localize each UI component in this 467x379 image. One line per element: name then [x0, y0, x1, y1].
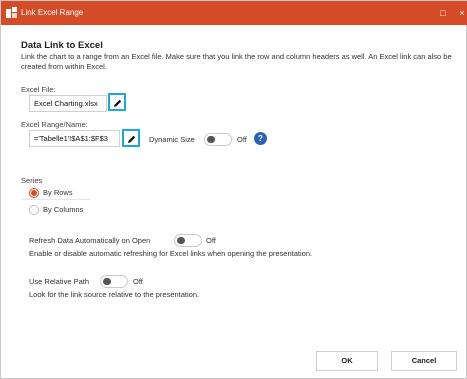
edit-excel-range-button[interactable]	[122, 129, 140, 147]
relative-path-description: Look for the link source relative to the…	[29, 290, 200, 299]
toggle-knob	[103, 278, 111, 285]
title-bar[interactable]: Link Excel Range □ ×	[1, 1, 467, 25]
maximize-button[interactable]: □	[435, 5, 451, 21]
radio-by-rows-label: By Rows	[43, 188, 73, 197]
relative-path-state: Off	[133, 277, 143, 286]
refresh-description: Enable or disable automatic refreshing f…	[29, 249, 313, 258]
pencil-icon	[114, 99, 122, 107]
toggle-knob	[177, 237, 185, 244]
ok-button[interactable]: OK	[316, 351, 378, 371]
dynamic-size-state: Off	[237, 135, 247, 144]
relative-path-label: Use Relative Path	[29, 277, 90, 286]
radio-button-checked[interactable]	[29, 188, 39, 198]
app-logo-icon	[6, 7, 17, 18]
series-label: Series	[21, 176, 43, 185]
link-excel-range-dialog: Link Excel Range □ × Data Link to Excel …	[0, 0, 467, 379]
toggle-knob	[207, 136, 215, 143]
dynamic-size-toggle[interactable]	[204, 133, 232, 146]
close-button[interactable]: ×	[454, 5, 467, 21]
edit-excel-file-button[interactable]	[108, 93, 126, 111]
excel-range-label: Excel Range/Name:	[21, 120, 88, 129]
help-icon[interactable]: ?	[254, 132, 267, 145]
excel-file-input[interactable]: Excel Charting.xlsx	[29, 95, 107, 112]
window-title: Link Excel Range	[21, 8, 84, 17]
cancel-button[interactable]: Cancel	[391, 351, 457, 371]
dynamic-size-label: Dynamic Size	[149, 135, 195, 144]
radio-button-unchecked[interactable]	[29, 205, 39, 215]
refresh-toggle[interactable]	[174, 234, 202, 247]
relative-path-toggle[interactable]	[100, 275, 128, 288]
section-heading: Data Link to Excel	[21, 40, 103, 51]
excel-range-input[interactable]: ='Tabelle1'!$A$1:$F$3	[29, 130, 120, 147]
excel-file-label: Excel File:	[21, 85, 56, 94]
section-description: Link the chart to a range from an Excel …	[21, 52, 452, 71]
pencil-icon	[128, 135, 136, 143]
radio-by-columns-label: By Columns	[43, 205, 84, 214]
divider	[21, 199, 91, 200]
refresh-state: Off	[206, 236, 216, 245]
refresh-label: Refresh Data Automatically on Open	[29, 236, 151, 245]
radio-by-columns[interactable]: By Columns	[29, 204, 119, 218]
